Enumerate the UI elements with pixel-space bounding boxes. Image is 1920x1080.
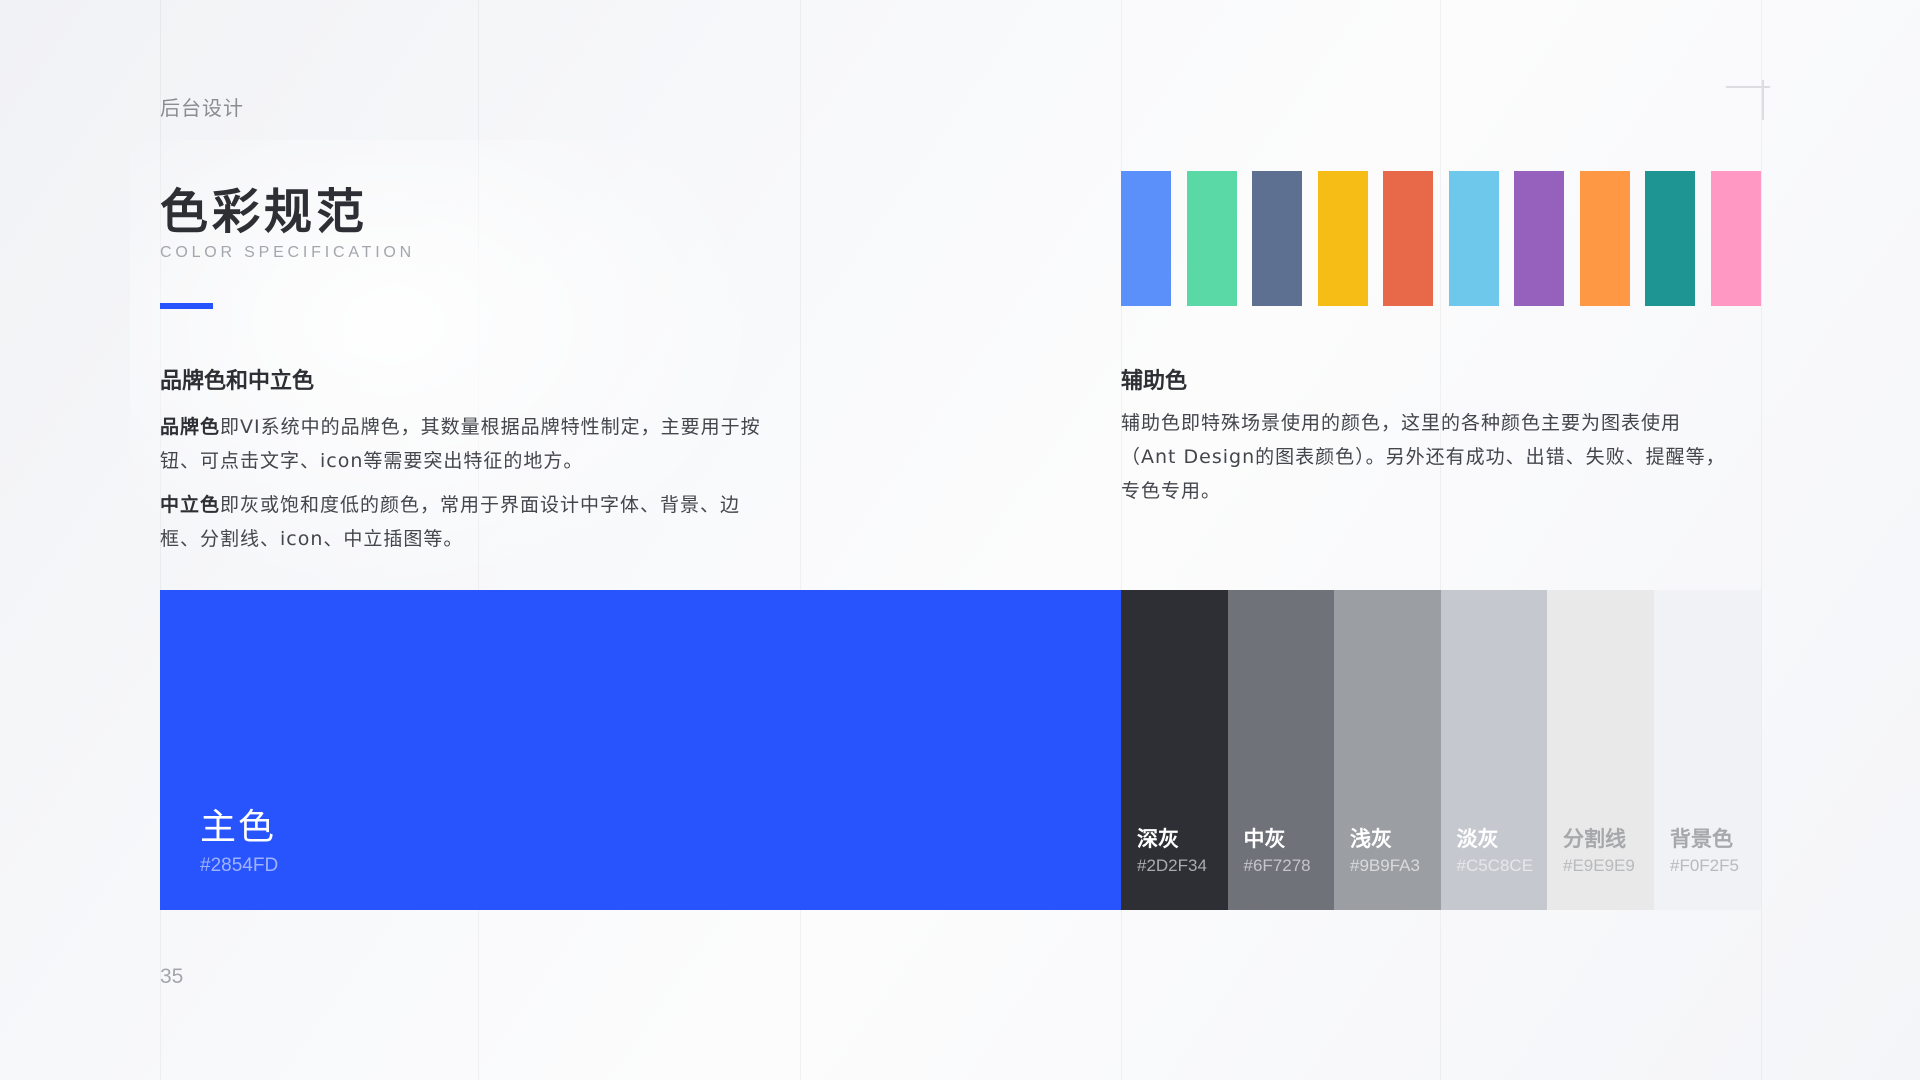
primary-color-block: 主色 #2854FD — [160, 590, 1121, 910]
brand-color-line-2: 钮、可点击文字、icon等需要突出特征的地方。 — [160, 450, 584, 472]
neutral-color-text: 即灰或饱和度低的颜色，常用于界面设计中字体、背景、边 — [220, 494, 741, 516]
neutral-name: 分割线 — [1563, 827, 1626, 851]
aux-section-heading: 辅助色 — [1121, 369, 1188, 394]
breadcrumb: 后台设计 — [160, 96, 244, 120]
corner-mark-icon — [1726, 80, 1770, 124]
neutral-color-description: 中立色即灰或饱和度低的颜色，常用于界面设计中字体、背景、边 框、分割线、icon… — [160, 488, 740, 556]
neutral-hex: #2D2F34 — [1137, 856, 1207, 875]
aux-swatch — [1186, 171, 1237, 306]
brand-color-text: 即VI系统中的品牌色，其数量根据品牌特性制定，主要用于按 — [220, 416, 761, 438]
aux-line-1: 辅助色即特殊场景使用的颜色，这里的各种颜色主要为图表使用 — [1121, 412, 1682, 434]
aux-line-2: （Ant Design的图表颜色）。另外还有成功、出错、失败、提醒等， — [1121, 446, 1726, 468]
neutral-hex: #6F7278 — [1243, 856, 1311, 875]
neutral-color-term: 中立色 — [160, 494, 221, 516]
primary-color-hex: #2854FD — [200, 855, 279, 876]
neutral-name: 深灰 — [1137, 827, 1179, 851]
page-number: 35 — [160, 965, 184, 988]
grid-line — [1761, 0, 1762, 1080]
neutral-hex: #C5C8CE — [1456, 856, 1534, 875]
aux-swatch — [1514, 171, 1564, 306]
neutral-name: 浅灰 — [1350, 827, 1392, 851]
aux-swatch — [1317, 171, 1368, 306]
neutral-swatch: 分割线 #E9E9E9 — [1547, 590, 1654, 910]
neutral-color-line-2: 框、分割线、icon、中立插图等。 — [160, 528, 464, 550]
brand-color-line-1: 品牌色即VI系统中的品牌色，其数量根据品牌特性制定，主要用于按 — [160, 410, 761, 444]
title-accent-bar — [160, 303, 213, 309]
neutral-swatch: 背景色 #F0F2F5 — [1654, 590, 1761, 910]
aux-color-description: 辅助色即特殊场景使用的颜色，这里的各种颜色主要为图表使用 （Ant Design… — [1121, 406, 1726, 508]
aux-line-3: 专色专用。 — [1121, 480, 1222, 502]
brand-color-term: 品牌色 — [160, 416, 221, 438]
brand-section-heading: 品牌色和中立色 — [160, 369, 315, 394]
neutral-name: 背景色 — [1670, 827, 1733, 851]
neutral-swatch: 中灰 #6F7278 — [1227, 590, 1335, 910]
aux-swatch — [1121, 171, 1171, 306]
neutral-swatch: 淡灰 #C5C8CE — [1440, 590, 1548, 910]
neutral-color-line-1: 中立色即灰或饱和度低的颜色，常用于界面设计中字体、背景、边 — [160, 488, 740, 522]
aux-swatch — [1711, 171, 1761, 306]
neutral-hex: #9B9FA3 — [1350, 856, 1420, 875]
aux-color-swatches — [1121, 171, 1761, 306]
brand-color-description: 品牌色即VI系统中的品牌色，其数量根据品牌特性制定，主要用于按 钮、可点击文字、… — [160, 410, 761, 478]
neutral-color-strip: 深灰 #2D2F34 中灰 #6F7278 浅灰 #9B9FA3 淡灰 #C5C… — [1121, 590, 1761, 910]
aux-swatch — [1448, 171, 1499, 306]
neutral-swatch: 深灰 #2D2F34 — [1121, 590, 1228, 910]
neutral-name: 中灰 — [1243, 827, 1286, 851]
aux-swatch — [1383, 171, 1433, 306]
grid-line — [800, 0, 801, 1080]
grid-line — [1440, 0, 1441, 1080]
neutral-hex: #F0F2F5 — [1670, 856, 1739, 875]
aux-swatch — [1645, 171, 1695, 306]
page-title: 色彩规范 — [160, 184, 369, 240]
grid-line — [1121, 0, 1122, 1080]
neutral-swatch: 浅灰 #9B9FA3 — [1334, 590, 1441, 910]
neutral-hex: #E9E9E9 — [1563, 856, 1635, 875]
aux-swatch — [1579, 171, 1630, 306]
neutral-name: 淡灰 — [1456, 827, 1499, 851]
page-subtitle: COLOR SPECIFICATION — [160, 244, 416, 261]
aux-swatch — [1252, 171, 1302, 306]
primary-color-name: 主色 — [200, 807, 277, 848]
